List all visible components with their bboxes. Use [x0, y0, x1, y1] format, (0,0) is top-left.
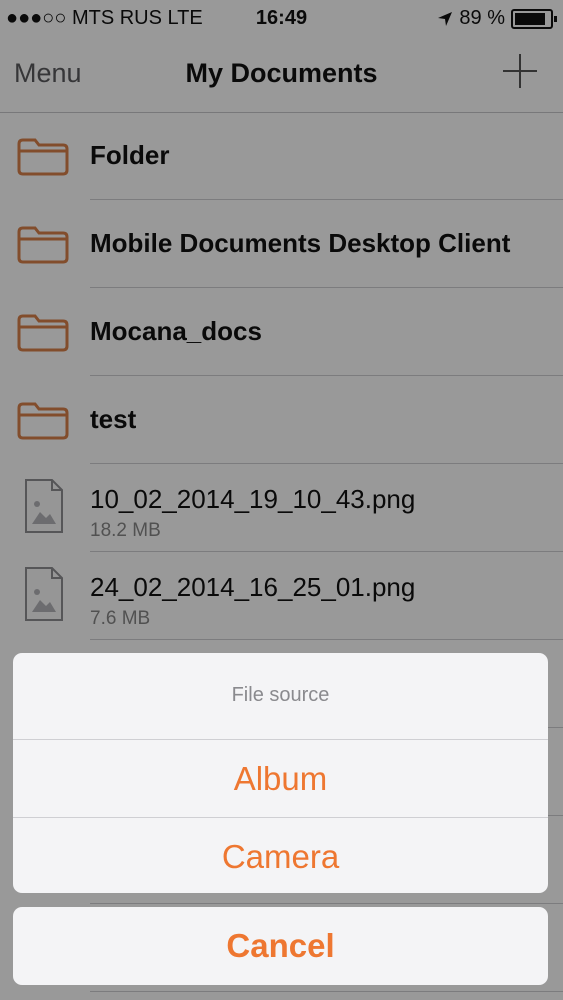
album-button[interactable]: Album — [13, 740, 548, 817]
cancel-button[interactable]: Cancel — [13, 907, 548, 985]
camera-button[interactable]: Camera — [13, 817, 548, 893]
action-sheet: File source Album Camera — [13, 653, 548, 893]
action-sheet-title: File source — [13, 653, 548, 740]
